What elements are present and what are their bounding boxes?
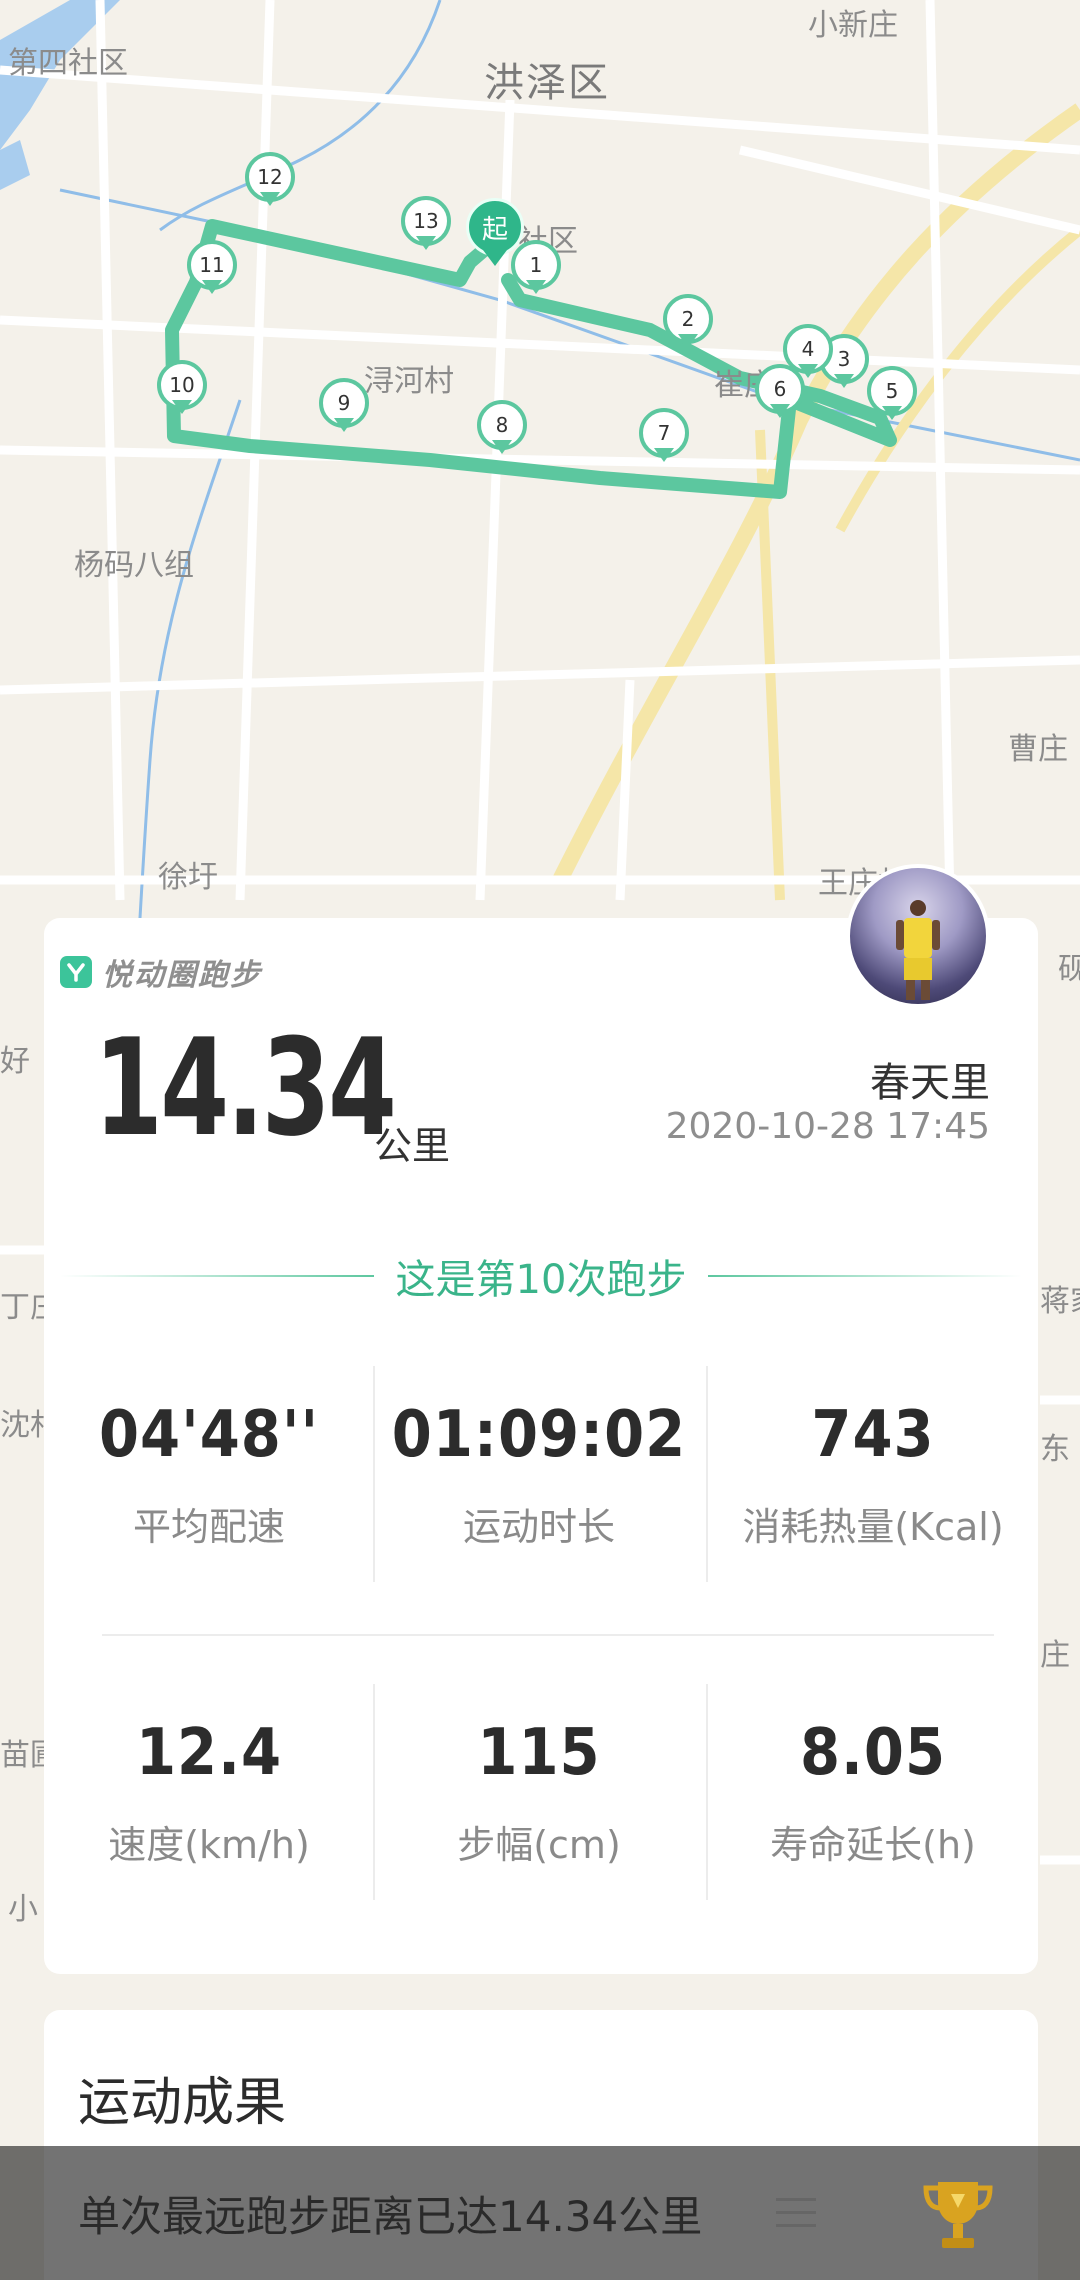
waypoint-pin[interactable]: 2 [663, 294, 721, 352]
distance-value: 14.34 [94, 1010, 397, 1166]
stat-label: 运动时长 [462, 1505, 615, 1549]
waypoint-pin[interactable]: 10 [157, 360, 215, 418]
distance-unit: 公里 [374, 1124, 451, 1168]
map-label: 庄 [1040, 1638, 1070, 1673]
map-label: 徐圩 [158, 860, 218, 895]
divider [373, 1366, 375, 1582]
waypoint-pin[interactable]: 7 [639, 408, 697, 466]
run-count-divider: 这是第10次跑步 [44, 1246, 1038, 1306]
map-label: 东 [1040, 1432, 1070, 1467]
map-label: 浔河村 [364, 364, 454, 399]
divider [706, 1684, 708, 1900]
stat-value: 743 [811, 1398, 935, 1472]
run-datetime: 2020-10-28 17:45 [665, 1106, 990, 1147]
stat-label: 步幅(cm) [457, 1823, 621, 1867]
user-name: 春天里 [870, 1060, 990, 1106]
stat-value: 115 [477, 1716, 601, 1790]
map-label: 杨码八组 [74, 548, 194, 583]
map-label: 小新庄 [808, 8, 898, 43]
stat-value: 12.4 [135, 1716, 283, 1790]
waypoint-pin[interactable]: 13 [401, 196, 459, 254]
map-label: 砚 [1058, 952, 1080, 987]
stat-value: 8.05 [799, 1716, 947, 1790]
map-label: 曹庄 [1008, 732, 1068, 767]
avatar[interactable] [846, 864, 990, 1008]
avatar-figure [896, 900, 940, 1000]
divider [373, 1684, 375, 1900]
achievement-toast[interactable]: 单次最远跑步距离已达14.34公里 [0, 2146, 1080, 2280]
menu-icon[interactable] [776, 2198, 816, 2228]
brand-name: 悦动圈跑步 [102, 958, 262, 993]
stat-label: 寿命延长(h) [770, 1823, 976, 1867]
waypoint-pin[interactable]: 5 [867, 366, 925, 424]
stat-calories: 743 消耗热量(Kcal) [708, 1398, 1038, 1551]
stat-label: 速度(km/h) [108, 1823, 310, 1867]
waypoint-pin[interactable]: 8 [477, 400, 535, 458]
map-label: 好 [0, 1044, 30, 1079]
stat-label: 消耗热量(Kcal) [742, 1505, 1004, 1549]
map-label: 第四社区 [8, 46, 128, 81]
divider [102, 1634, 994, 1636]
map-label: 蒋家 [1040, 1284, 1080, 1319]
stat-duration: 01:09:02 运动时长 [374, 1398, 704, 1551]
divider [706, 1366, 708, 1582]
stat-label: 平均配速 [132, 1505, 285, 1549]
run-count-text: 这是第10次跑步 [395, 1257, 687, 1303]
stat-stride: 115 步幅(cm) [374, 1716, 704, 1869]
waypoint-pin[interactable]: 1 [511, 240, 569, 298]
map-label: 小 [8, 1892, 38, 1927]
waypoint-pin[interactable]: 6 [755, 364, 813, 422]
achievement-message: 单次最远跑步距离已达14.34公里 [78, 2191, 703, 2241]
brand: 悦动圈跑步 [60, 950, 262, 994]
stat-speed: 12.4 速度(km/h) [44, 1716, 374, 1869]
trophy-icon[interactable] [920, 2176, 996, 2256]
yuedong-logo-icon [60, 956, 92, 988]
map-label-district: 洪泽区 [484, 60, 610, 106]
waypoint-pin[interactable]: 9 [319, 378, 377, 436]
stat-life-extension: 8.05 寿命延长(h) [708, 1716, 1038, 1869]
stat-value: 01:09:02 [391, 1398, 687, 1472]
waypoint-pin[interactable]: 11 [187, 240, 245, 298]
stat-value: 04'48'' [98, 1398, 320, 1472]
results-title: 运动成果 [78, 2073, 287, 2133]
waypoint-pin[interactable]: 12 [245, 152, 303, 210]
stat-avg-pace: 04'48'' 平均配速 [44, 1398, 374, 1551]
